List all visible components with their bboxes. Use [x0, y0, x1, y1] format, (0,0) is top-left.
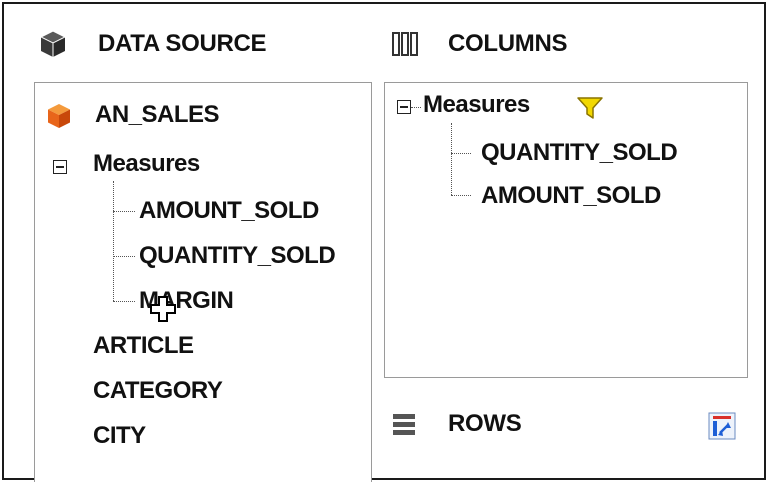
columns-panel[interactable]: Measures QUANTITY_SOLD AMOUNT_SOLD: [384, 82, 748, 378]
tree-item-category[interactable]: CATEGORY: [93, 377, 223, 405]
tree-connector: [113, 301, 135, 302]
columns-icon: [392, 31, 418, 57]
tree-connector: [113, 211, 135, 212]
data-source-header: DATA SOURCE: [40, 30, 267, 58]
orange-cube-icon: [47, 103, 71, 129]
columns-header: COLUMNS: [392, 30, 568, 58]
move-cursor-icon: [149, 295, 177, 323]
tree-connector: [113, 256, 135, 257]
pivot-designer: DATA SOURCE COLUMNS AN_SALES Measures AM…: [2, 2, 766, 482]
columns-measures-item[interactable]: Measures: [423, 91, 530, 119]
tree-connector: [113, 181, 114, 301]
tree-item-an-sales[interactable]: AN_SALES: [95, 101, 220, 129]
columns-item-quantity-sold[interactable]: QUANTITY_SOLD: [481, 139, 678, 167]
tree-item-city[interactable]: CITY: [93, 422, 146, 450]
tree-connector: [451, 153, 471, 154]
collapse-measures-toggle[interactable]: [53, 160, 67, 174]
filter-icon[interactable]: [577, 97, 603, 119]
swap-axes-icon[interactable]: [708, 412, 736, 440]
tree-connector: [451, 195, 471, 196]
cube-icon: [40, 30, 66, 58]
rows-icon: [392, 412, 416, 436]
tree-item-quantity-sold[interactable]: QUANTITY_SOLD: [139, 242, 336, 270]
tree-connector: [451, 123, 452, 195]
rows-title: ROWS: [448, 410, 522, 437]
tree-item-amount-sold[interactable]: AMOUNT_SOLD: [139, 197, 319, 225]
tree-connector: [411, 107, 421, 108]
tree-item-measures[interactable]: Measures: [93, 150, 200, 178]
rows-header: ROWS: [392, 410, 522, 438]
columns-title: COLUMNS: [448, 30, 568, 57]
columns-item-amount-sold[interactable]: AMOUNT_SOLD: [481, 182, 661, 210]
collapse-columns-measures-toggle[interactable]: [397, 100, 411, 114]
data-source-title: DATA SOURCE: [98, 30, 267, 57]
data-source-panel[interactable]: AN_SALES Measures AMOUNT_SOLD QUANTITY_S…: [34, 82, 372, 482]
tree-item-article[interactable]: ARTICLE: [93, 332, 194, 360]
